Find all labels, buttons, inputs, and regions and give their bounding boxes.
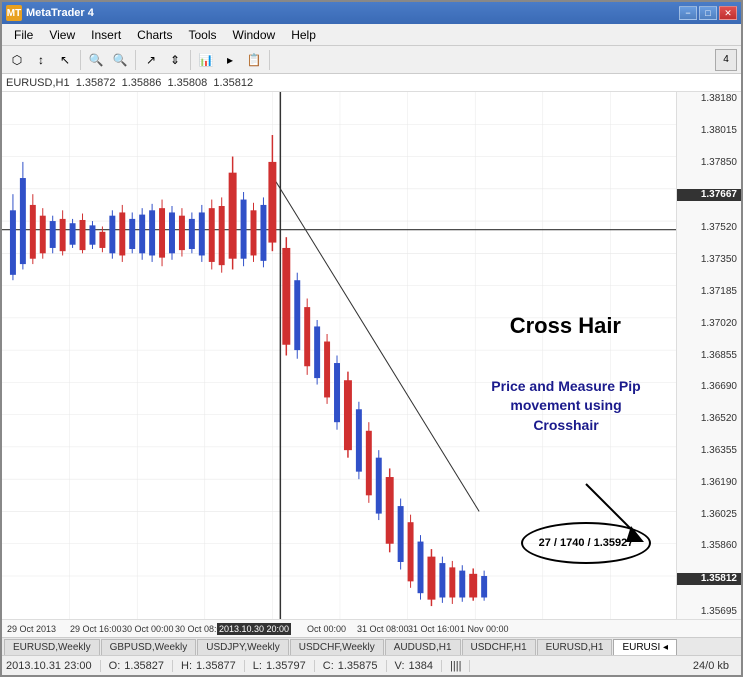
last-price-label: 1.35812 — [677, 573, 741, 585]
crosshair-annotation: Cross Hair — [510, 313, 621, 339]
time-label-7: 31 Oct 16:00 — [408, 624, 460, 634]
tab-usdjpy-weekly[interactable]: USDJPY,Weekly — [197, 639, 289, 655]
close-button[interactable]: ✕ — [719, 6, 737, 20]
toolbar: ⬡ ↕ ↖ 🔍 🔍 ↗ ⇕ 📊 ▸ 📋 4 — [2, 46, 741, 74]
time-label-5: Oct 00:00 — [307, 624, 346, 634]
time-label-6: 31 Oct 08:00 — [357, 624, 409, 634]
toolbar-right-btn[interactable]: 4 — [715, 49, 737, 71]
tab-eurusd-h1[interactable]: EURUSD,H1 — [537, 639, 613, 655]
measurement-circle: 27 / 1740 / 1.35927 — [521, 522, 651, 564]
price-level-9: 1.36690 — [677, 382, 741, 392]
window-title: MetaTrader 4 — [26, 7, 94, 19]
toolbar-btn-7[interactable]: ⇕ — [164, 49, 186, 71]
menu-help[interactable]: Help — [283, 26, 324, 44]
price-level-13: 1.36025 — [677, 510, 741, 520]
minimize-button[interactable]: − — [679, 6, 697, 20]
toolbar-btn-1[interactable]: ⬡ — [6, 49, 28, 71]
time-label-3: 30 Oct 00:00 — [122, 624, 174, 634]
tab-eurusi[interactable]: EURUSI ◂ — [613, 639, 677, 655]
status-open: O: 1.35827 — [109, 660, 173, 672]
template-button[interactable]: 📋 — [243, 49, 265, 71]
menu-bar: File View Insert Charts Tools Window Hel… — [2, 24, 741, 46]
zoom-in-button[interactable]: 🔍 — [85, 49, 107, 71]
toolbar-btn-6[interactable]: ↗ — [140, 49, 162, 71]
price-level-8: 1.36855 — [677, 351, 741, 361]
status-kb: 24/0 kb — [693, 660, 737, 672]
price-level-4: 1.37520 — [677, 223, 741, 233]
status-bar: 2013.10.31 23:00 O: 1.35827 H: 1.35877 L… — [2, 655, 741, 675]
price-level-1: 1.38180 — [677, 94, 741, 104]
title-bar-left: MT MetaTrader 4 — [6, 5, 94, 21]
price-level-6: 1.37185 — [677, 287, 741, 297]
tab-usdchf-h1[interactable]: USDCHF,H1 — [462, 639, 536, 655]
current-price-label: 1.37667 — [677, 189, 741, 201]
status-low: L: 1.35797 — [253, 660, 315, 672]
period-button[interactable]: ▸ — [219, 49, 241, 71]
price-level-7: 1.37020 — [677, 319, 741, 329]
chart-area: EURUSD,H1 1.35872 1.35886 1.35808 1.3581… — [2, 74, 741, 637]
price-level-2: 1.38015 — [677, 126, 741, 136]
chart-type-button[interactable]: 📊 — [195, 49, 217, 71]
tab-bar: EURUSD,Weekly GBPUSD,Weekly USDJPY,Weekl… — [2, 637, 741, 655]
status-close: C: 1.35875 — [323, 660, 387, 672]
status-datetime: 2013.10.31 23:00 — [6, 660, 101, 672]
chart-info-bar: EURUSD,H1 1.35872 1.35886 1.35808 1.3581… — [2, 74, 741, 92]
chart-container[interactable]: 1.38180 1.38015 1.37850 1.37667 1.37520 … — [2, 92, 741, 619]
menu-insert[interactable]: Insert — [83, 26, 129, 44]
time-label-8: 1 Nov 00:00 — [460, 624, 509, 634]
tab-usdchf-weekly[interactable]: USDCHF,Weekly — [290, 639, 384, 655]
status-volume: V: 1384 — [395, 660, 442, 672]
price-level-14: 1.35860 — [677, 541, 741, 551]
menu-tools[interactable]: Tools — [181, 26, 225, 44]
app-icon: MT — [6, 5, 22, 21]
toolbar-sep-4 — [269, 50, 270, 70]
title-bar: MT MetaTrader 4 − □ ✕ — [2, 2, 741, 24]
menu-file[interactable]: File — [6, 26, 41, 44]
menu-charts[interactable]: Charts — [129, 26, 180, 44]
tab-gbpusd-weekly[interactable]: GBPUSD,Weekly — [101, 639, 197, 655]
chart-symbol: EURUSD,H1 1.35872 1.35886 1.35808 1.3581… — [6, 77, 253, 89]
price-level-15: 1.35695 — [677, 607, 741, 617]
toolbar-sep-2 — [135, 50, 136, 70]
status-high: H: 1.35877 — [181, 660, 245, 672]
maximize-button[interactable]: □ — [699, 6, 717, 20]
pip-annotation: Price and Measure Pip movement using Cro… — [476, 377, 656, 436]
price-level-5: 1.37350 — [677, 255, 741, 265]
toolbar-btn-2[interactable]: ↕ — [30, 49, 52, 71]
time-label-highlighted: 2013.10.30 20:00 — [217, 623, 291, 635]
zoom-out-button[interactable]: 🔍 — [109, 49, 131, 71]
price-level-10: 1.36520 — [677, 414, 741, 424]
toolbar-btn-3[interactable]: ↖ — [54, 49, 76, 71]
time-label-2: 29 Oct 16:00 — [70, 624, 122, 634]
time-axis: 29 Oct 2013 29 Oct 16:00 30 Oct 00:00 30… — [2, 619, 741, 637]
tab-eurusd-weekly[interactable]: EURUSD,Weekly — [4, 639, 100, 655]
status-bars: |||| — [450, 660, 470, 672]
toolbar-sep-1 — [80, 50, 81, 70]
menu-view[interactable]: View — [41, 26, 83, 44]
tab-audusd-h1[interactable]: AUDUSD,H1 — [385, 639, 461, 655]
toolbar-sep-3 — [190, 50, 191, 70]
price-level-11: 1.36355 — [677, 446, 741, 456]
main-window: MT MetaTrader 4 − □ ✕ File View Insert C… — [0, 0, 743, 677]
time-label-1: 29 Oct 2013 — [7, 624, 56, 634]
price-level-12: 1.36190 — [677, 478, 741, 488]
window-controls: − □ ✕ — [679, 6, 737, 20]
menu-window[interactable]: Window — [225, 26, 284, 44]
price-level-3: 1.37850 — [677, 158, 741, 168]
price-axis: 1.38180 1.38015 1.37850 1.37667 1.37520 … — [676, 92, 741, 619]
